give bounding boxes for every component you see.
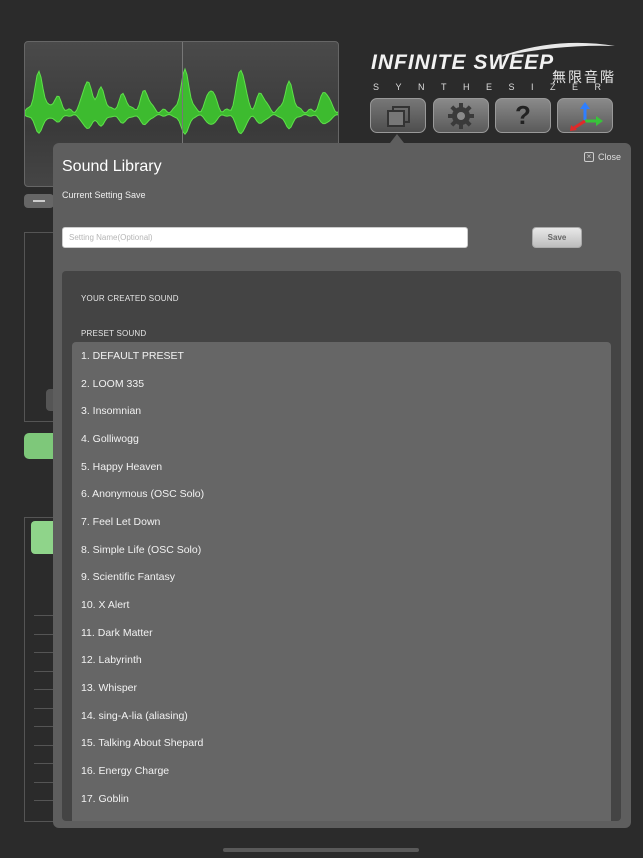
scale-tick	[34, 744, 54, 746]
library-button[interactable]	[370, 98, 426, 133]
sound-list-panel[interactable]: YOUR CREATED SOUND PRESET SOUND 1. DEFAU…	[62, 271, 621, 821]
close-icon: ×	[583, 152, 594, 162]
scale-tick	[34, 670, 54, 672]
preset-item[interactable]: 17. Goblin	[72, 785, 611, 813]
dialog-title: Sound Library	[62, 158, 162, 175]
home-indicator[interactable]	[223, 848, 419, 852]
scale-tick	[34, 707, 54, 709]
save-button[interactable]: Save	[532, 227, 582, 248]
logo-title: INFINITE SWEEP	[371, 51, 555, 74]
preset-item[interactable]: 5. Happy Heaven	[72, 453, 611, 481]
created-sound-header: YOUR CREATED SOUND	[81, 294, 179, 303]
scale-tick	[34, 615, 54, 616]
help-button[interactable]: ?	[495, 98, 551, 133]
scale-tick	[34, 633, 54, 635]
preset-item[interactable]: 15. Talking About Shepard	[72, 730, 611, 758]
tab-pointer	[390, 134, 404, 143]
preset-item[interactable]: 2. LOOM 335	[72, 370, 611, 398]
gear-icon	[448, 102, 474, 129]
background-scale	[34, 615, 54, 819]
preset-sound-header: PRESET SOUND	[81, 329, 147, 338]
preset-item[interactable]: 11. Dark Matter	[72, 619, 611, 647]
scale-tick	[34, 800, 54, 801]
setting-name-input[interactable]	[62, 227, 468, 248]
preset-item[interactable]: 14. sing-A-lia (aliasing)	[72, 702, 611, 730]
axis-arrows-icon	[570, 101, 603, 131]
scale-tick	[34, 726, 54, 727]
preset-item[interactable]: 9. Scientific Fantasy	[72, 564, 611, 592]
scale-tick	[34, 689, 54, 690]
preset-item[interactable]: 3. Insomnian	[72, 397, 611, 425]
preset-item[interactable]: 6. Anonymous (OSC Solo)	[72, 480, 611, 508]
sound-library-dialog: Sound Library × Close Current Setting Sa…	[53, 143, 631, 828]
settings-button[interactable]	[433, 98, 489, 133]
scale-tick	[34, 763, 54, 764]
preset-item[interactable]: 4. Golliwogg	[72, 425, 611, 453]
preset-item[interactable]: 7. Feel Let Down	[72, 508, 611, 536]
preset-item[interactable]: 10. X Alert	[72, 591, 611, 619]
scale-tick	[34, 652, 54, 653]
scale-tick	[34, 781, 54, 783]
background-toggle-button[interactable]	[24, 433, 56, 459]
preset-item[interactable]: 16. Energy Charge	[72, 757, 611, 785]
logo-subtitle: SYNTHESIZER	[373, 82, 618, 92]
question-icon: ?	[515, 100, 531, 130]
close-button[interactable]: × Close	[583, 152, 621, 162]
preset-item[interactable]: 12. Labyrinth	[72, 647, 611, 675]
preset-item[interactable]: 13. Whisper	[72, 674, 611, 702]
close-label: Close	[597, 152, 621, 162]
scope-slider[interactable]	[24, 194, 54, 208]
save-section-label: Current Setting Save	[62, 190, 146, 200]
pages-icon	[387, 105, 410, 127]
app-logo: INFINITE SWEEP 無限音階 SYNTHESIZER	[365, 40, 620, 94]
preset-item[interactable]: 1. DEFAULT PRESET	[72, 342, 611, 370]
preset-item[interactable]: 8. Simple Life (OSC Solo)	[72, 536, 611, 564]
axis-button[interactable]	[557, 98, 613, 133]
preset-list[interactable]: 1. DEFAULT PRESET 2. LOOM 335 3. Insomnian…	[72, 342, 611, 821]
